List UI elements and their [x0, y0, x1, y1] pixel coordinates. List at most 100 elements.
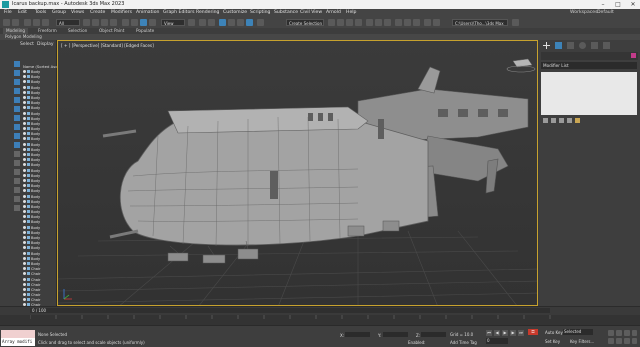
next-frame-icon[interactable]: ▶: [510, 330, 516, 336]
set-key-button[interactable]: Set Key: [545, 339, 560, 344]
visibility-eye-icon[interactable]: [23, 184, 26, 188]
display-hidden-icon[interactable]: [14, 160, 20, 166]
menu-rendering[interactable]: Rendering: [196, 9, 219, 17]
visibility-eye-icon[interactable]: [23, 194, 26, 198]
add-time-tag[interactable]: Add Time Tag: [450, 340, 477, 345]
pivot-center-icon[interactable]: [188, 19, 195, 26]
display-none-icon[interactable]: [14, 178, 20, 184]
visibility-eye-icon[interactable]: [23, 142, 26, 146]
select-by-name-icon[interactable]: [92, 19, 99, 26]
display-xrefs-icon[interactable]: [14, 124, 20, 130]
scene-tab-display[interactable]: Display: [37, 42, 54, 48]
z-coordinate[interactable]: Z:: [416, 332, 447, 338]
spaceship-model[interactable]: [58, 41, 538, 306]
create-tab-icon[interactable]: [543, 42, 550, 49]
field-of-view-icon[interactable]: [608, 338, 614, 344]
render-in-cloud-icon[interactable]: [424, 19, 431, 26]
visibility-eye-icon[interactable]: [23, 298, 26, 302]
visibility-eye-icon[interactable]: [23, 199, 26, 203]
play-icon[interactable]: ▶: [502, 330, 508, 336]
visibility-eye-icon[interactable]: [23, 173, 26, 177]
modifier-list-dropdown[interactable]: Modifier List: [541, 62, 637, 69]
configure-modifier-sets-icon[interactable]: [575, 118, 580, 123]
display-helpers-icon[interactable]: [14, 97, 20, 103]
make-unique-icon[interactable]: [559, 118, 564, 123]
key-selection-dropdown[interactable]: Selected: [563, 329, 593, 335]
y-field[interactable]: [382, 332, 408, 337]
schematic-view-icon[interactable]: [375, 19, 382, 26]
visibility-eye-icon[interactable]: [23, 178, 26, 182]
visibility-eye-icon[interactable]: [23, 158, 26, 162]
perspective-viewport[interactable]: [ + ] [Perspective] [Standard] [Edged Fa…: [57, 40, 538, 306]
find-icon[interactable]: [14, 205, 20, 211]
visibility-eye-icon[interactable]: [23, 272, 26, 276]
select-object-icon[interactable]: [83, 19, 90, 26]
align-icon[interactable]: [337, 19, 344, 26]
keyboard-shortcut-icon[interactable]: [208, 19, 215, 26]
orbit-icon[interactable]: [624, 338, 630, 344]
material-editor-icon[interactable]: [384, 19, 391, 26]
current-frame-field[interactable]: 0: [486, 338, 508, 344]
link-icon[interactable]: [24, 19, 31, 26]
scene-tab-select[interactable]: Select: [20, 42, 34, 48]
hierarchy-tab-icon[interactable]: [567, 42, 574, 49]
visibility-eye-icon[interactable]: [23, 147, 26, 151]
remove-modifier-icon[interactable]: [567, 118, 572, 123]
visibility-eye-icon[interactable]: [23, 127, 26, 131]
z-field[interactable]: [421, 332, 447, 337]
modify-tab-icon[interactable]: [555, 42, 562, 49]
render-setup-icon[interactable]: [395, 19, 402, 26]
display-frozen-icon[interactable]: [14, 151, 20, 157]
menu-customize[interactable]: Customize: [223, 9, 247, 17]
display-cameras-icon[interactable]: [14, 88, 20, 94]
rendered-frame-window-icon[interactable]: [404, 19, 411, 26]
visibility-eye-icon[interactable]: [23, 116, 26, 120]
visibility-eye-icon[interactable]: [23, 75, 26, 79]
menu-animation[interactable]: Animation: [136, 9, 159, 17]
menu-tools[interactable]: Tools: [35, 9, 46, 17]
visibility-eye-icon[interactable]: [23, 220, 26, 224]
visibility-eye-icon[interactable]: [23, 132, 26, 136]
visibility-eye-icon[interactable]: [23, 106, 26, 110]
visibility-eye-icon[interactable]: [23, 189, 26, 193]
menu-views[interactable]: Views: [71, 9, 84, 17]
pin-stack-icon[interactable]: [543, 118, 548, 123]
maximize-viewport-icon[interactable]: [632, 338, 637, 344]
close-icon[interactable]: ✕: [626, 0, 640, 9]
visibility-eye-icon[interactable]: [23, 101, 26, 105]
menu-help[interactable]: Help: [346, 9, 356, 17]
modifier-stack[interactable]: [541, 72, 637, 115]
toggle-layer-explorer-icon[interactable]: [355, 19, 362, 26]
selection-filter-dropdown[interactable]: All: [56, 19, 80, 26]
display-invert-icon[interactable]: [14, 187, 20, 193]
menu-edit[interactable]: Edit: [18, 9, 27, 17]
visibility-eye-icon[interactable]: [23, 241, 26, 245]
enabled-label[interactable]: Enabled:: [408, 340, 426, 345]
select-move-icon[interactable]: [122, 19, 129, 26]
object-color-swatch[interactable]: [631, 53, 636, 58]
previous-frame-icon[interactable]: ◀: [494, 330, 500, 336]
maximize-icon[interactable]: □: [611, 0, 625, 9]
key-filters-button[interactable]: Key Filters...: [570, 339, 594, 344]
visibility-eye-icon[interactable]: [23, 261, 26, 265]
goto-end-icon[interactable]: ⏭: [518, 330, 524, 336]
named-selection-set-dropdown[interactable]: Create Selection Se: [286, 19, 324, 33]
auto-key-button[interactable]: Auto Key: [545, 330, 563, 335]
motion-tab-icon[interactable]: [579, 42, 586, 49]
angle-snap-icon[interactable]: [228, 19, 235, 26]
visibility-eye-icon[interactable]: [23, 137, 26, 141]
visibility-eye-icon[interactable]: [23, 251, 26, 255]
project-path-dropdown[interactable]: C:\Users\\Tho...\3ds Max 2023: [452, 19, 508, 33]
percent-snap-icon[interactable]: [237, 19, 244, 26]
visibility-eye-icon[interactable]: [23, 153, 26, 156]
zoom-extents-all-icon[interactable]: [632, 330, 637, 336]
show-end-result-icon[interactable]: [551, 118, 556, 123]
x-coordinate[interactable]: X:: [340, 332, 371, 338]
workspace-dropdown[interactable]: Default: [597, 9, 614, 17]
visibility-eye-icon[interactable]: [23, 111, 26, 115]
menu-create[interactable]: Create: [90, 9, 105, 17]
set-key-mode-button[interactable]: ⚿: [528, 329, 538, 335]
menu-group[interactable]: Group: [52, 9, 66, 17]
unlink-icon[interactable]: [33, 19, 40, 26]
visibility-eye-icon[interactable]: [23, 121, 26, 125]
